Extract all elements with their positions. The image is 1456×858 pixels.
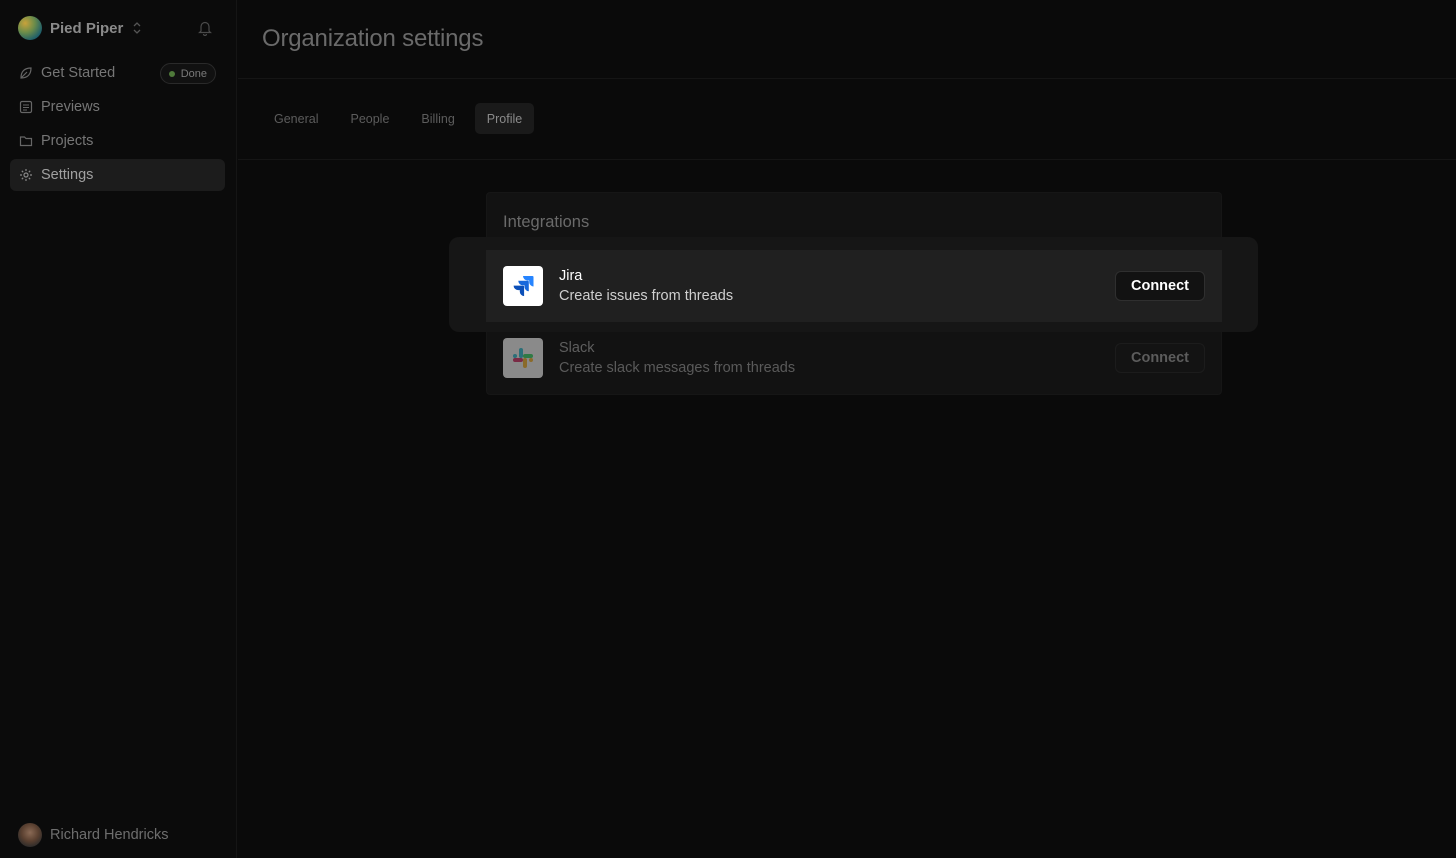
sidebar-item-label: Settings (41, 167, 94, 183)
sidebar: Pied Piper Get Started Done Previews Pro… (0, 0, 237, 858)
sidebar-item-projects[interactable]: Projects (10, 125, 225, 157)
main-content: Organization settings General People Bil… (238, 0, 1456, 858)
sidebar-nav: Get Started Done Previews Projects Setti… (10, 57, 225, 193)
sidebar-item-label: Previews (41, 99, 100, 115)
integration-name: Jira (559, 268, 583, 284)
connect-slack-button[interactable]: Connect (1115, 343, 1205, 373)
tab-billing[interactable]: Billing (409, 103, 466, 134)
divider (238, 78, 1456, 79)
slack-logo-icon (503, 338, 543, 378)
integration-row-slack: Slack Create slack messages from threads… (486, 322, 1222, 394)
status-badge: Done (159, 63, 216, 84)
connect-jira-button[interactable]: Connect (1115, 271, 1205, 301)
user-name: Richard Hendricks (50, 827, 169, 843)
integration-description: Create slack messages from threads (559, 360, 796, 376)
divider (238, 159, 1456, 160)
jira-logo-icon (503, 266, 543, 306)
sidebar-item-previews[interactable]: Previews (10, 91, 225, 123)
tab-people[interactable]: People (338, 103, 401, 134)
page-title: Organization settings (262, 25, 484, 52)
preview-icon (19, 100, 33, 114)
org-avatar (18, 16, 42, 40)
status-dot (168, 70, 175, 77)
badge-label: Done (180, 67, 207, 80)
org-name: Pied Piper (50, 19, 124, 37)
integrations-title: Integrations (503, 213, 590, 231)
integration-name: Slack (559, 340, 595, 356)
user-profile[interactable]: Richard Hendricks (18, 823, 168, 847)
integration-description: Create issues from threads (559, 288, 734, 304)
tab-profile[interactable]: Profile (474, 103, 535, 134)
leaf-icon (19, 66, 33, 80)
folder-icon (19, 134, 33, 148)
gear-icon (19, 168, 33, 182)
chevron-up-down-icon (133, 22, 141, 34)
settings-tabs: General People Billing Profile (262, 103, 542, 134)
sidebar-item-get-started[interactable]: Get Started Done (10, 57, 225, 89)
sidebar-item-label: Projects (41, 133, 94, 149)
avatar (18, 823, 42, 847)
sidebar-item-label: Get Started (41, 65, 116, 81)
tab-general[interactable]: General (262, 103, 330, 134)
integration-row-jira: Jira Create issues from threads Connect (486, 250, 1222, 322)
org-switcher[interactable]: Pied Piper (18, 16, 141, 40)
bell-icon[interactable] (198, 20, 214, 37)
sidebar-item-settings[interactable]: Settings (10, 159, 225, 191)
